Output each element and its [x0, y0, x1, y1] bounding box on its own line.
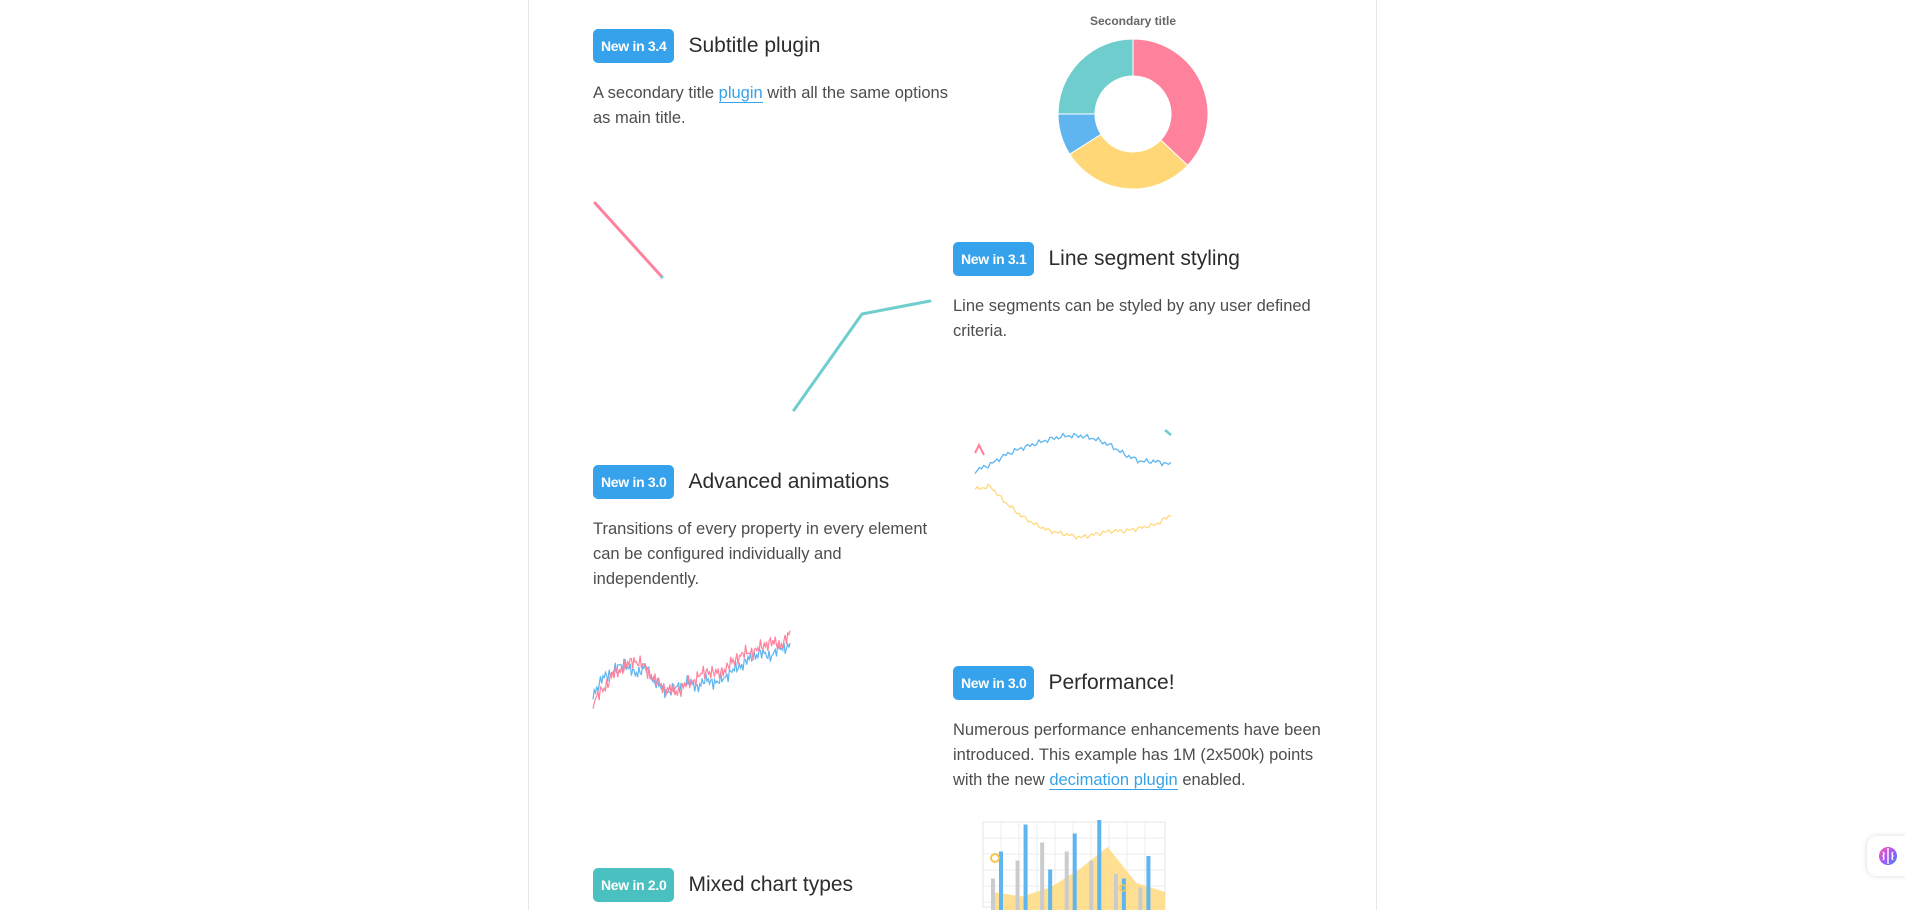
mixed-chart-marks: [991, 820, 1165, 910]
feature-description: A secondary title plugin with all the sa…: [593, 81, 963, 131]
bar: [1146, 856, 1150, 910]
bar: [1065, 852, 1069, 910]
version-badge: New in 2.0: [593, 868, 674, 902]
feature-header: New in 3.4 Subtitle plugin: [593, 29, 963, 63]
description-text: A secondary title: [593, 84, 719, 102]
feature-header: New in 3.0 Performance!: [953, 666, 1323, 700]
bar: [991, 879, 995, 910]
bar: [1097, 820, 1101, 910]
feature-title: Line segment styling: [1048, 247, 1239, 271]
feature-header: New in 3.1 Line segment styling: [953, 242, 1323, 276]
bar: [1122, 879, 1126, 910]
bar: [1048, 870, 1052, 910]
mixed-chart: [980, 820, 1170, 905]
line-series: [1165, 430, 1171, 435]
floating-brain-button[interactable]: [1867, 836, 1905, 876]
plugin-link[interactable]: plugin: [719, 84, 763, 103]
feature-performance: New in 3.0 Performance! Numerous perform…: [953, 666, 1323, 793]
feature-description: Transitions of every property in every e…: [593, 517, 943, 592]
bar: [1040, 843, 1044, 910]
donut-chart: Secondary title: [1050, 8, 1220, 193]
feature-title: Performance!: [1048, 671, 1174, 695]
feature-title: Mixed chart types: [688, 873, 853, 897]
line-segment: [595, 203, 662, 277]
bar: [1016, 861, 1020, 910]
donut-slice: [1058, 39, 1133, 114]
segment-styling-chart: [590, 195, 930, 415]
feature-header: New in 3.0 Advanced animations: [593, 465, 943, 499]
chart-subtitle: Secondary title: [1090, 14, 1176, 28]
feature-description: Line segments can be styled by any user …: [953, 294, 1323, 344]
line-series: [975, 484, 1171, 539]
animation-lines: [975, 430, 1171, 539]
donut-slice: [1133, 39, 1208, 165]
bar: [999, 852, 1003, 910]
line-series: [593, 631, 790, 709]
feature-title: Advanced animations: [688, 470, 889, 494]
bar: [1138, 888, 1142, 910]
feature-line-segment-styling: New in 3.1 Line segment styling Line seg…: [953, 242, 1323, 344]
feature-header: New in 2.0 Mixed chart types: [593, 868, 943, 902]
animation-chart: [970, 415, 1175, 550]
bar: [1089, 861, 1093, 910]
line-segment: [794, 301, 930, 410]
donut-slices: [1058, 39, 1208, 189]
decimation-plugin-link[interactable]: decimation plugin: [1049, 771, 1177, 790]
version-badge: New in 3.4: [593, 29, 674, 63]
brain-icon: [1877, 845, 1899, 867]
line-series: [975, 445, 984, 455]
bar: [1024, 825, 1028, 910]
feature-description: Numerous performance enhancements have b…: [953, 718, 1323, 793]
bar: [1073, 834, 1077, 910]
feature-mixed-chart-types: New in 2.0 Mixed chart types: [593, 868, 943, 902]
version-badge: New in 3.0: [593, 465, 674, 499]
version-badge: New in 3.1: [953, 242, 1034, 276]
segment-lines: [595, 203, 930, 410]
version-badge: New in 3.0: [953, 666, 1034, 700]
feature-advanced-animations: New in 3.0 Advanced animations Transitio…: [593, 465, 943, 592]
description-text: enabled.: [1178, 771, 1246, 789]
feature-subtitle-plugin: New in 3.4 Subtitle plugin A secondary t…: [593, 29, 963, 131]
performance-lines: [593, 631, 790, 709]
feature-title: Subtitle plugin: [688, 34, 820, 58]
performance-chart: [590, 625, 795, 735]
line-series: [975, 434, 1171, 474]
point: [991, 854, 999, 862]
